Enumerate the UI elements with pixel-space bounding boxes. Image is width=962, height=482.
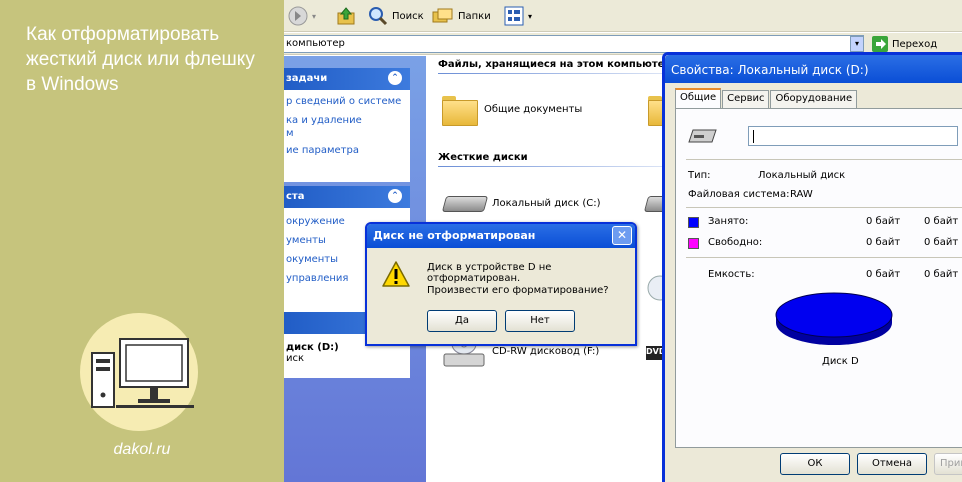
go-button[interactable]: Переход [872,35,937,53]
used-label: Занято: [708,216,749,227]
toolbar: ▾ Поиск Папки ▾ [284,0,962,32]
folder-up-icon [337,7,355,25]
hard-disk-icon [442,192,486,214]
properties-title: Свойства: Локальный диск (D:) [671,63,869,77]
used-space-swatch [688,217,699,228]
task-link-settings[interactable]: ие параметра [286,143,408,158]
article-title: Как отформатировать жесткий диск или фле… [26,24,255,95]
computer-icon [91,338,194,408]
separator [686,257,962,258]
no-button[interactable]: Нет [505,310,575,332]
forward-icon [288,6,308,26]
details-subtitle: иск [286,353,305,364]
separator [686,159,962,160]
section-hdd-header: Жесткие диски [438,152,528,163]
collapse-icon[interactable]: ⌃ [388,71,402,85]
chevron-down-icon: ▾ [528,11,533,21]
capacity-bytes: 0 байт [866,269,901,280]
disk-properties-dialog: Свойства: Локальный диск (D:) Общие Серв… [662,52,962,482]
up-button[interactable] [336,5,356,27]
not-formatted-dialog: Диск не отформатирован ✕ Диск в устройст… [365,222,637,346]
used-short: 0 байт [924,216,959,227]
capacity-short: 0 байт [924,269,959,280]
separator [686,207,962,208]
views-button[interactable]: ▾ [504,5,532,27]
task-link-add-remove[interactable]: ка и удаление [286,113,408,128]
filesystem-value: RAW [790,189,813,200]
apply-button[interactable]: Прим [934,453,962,475]
system-tasks-group: задачи ⌃ р сведений о системе ка и удале… [284,68,410,182]
type-value: Локальный диск [758,170,846,181]
dialog-message: Диск в устройстве D не отформатирован. [427,262,552,284]
search-button[interactable]: Поиск [368,5,424,27]
other-places-header[interactable]: ста ⌃ [284,186,410,208]
free-label: Свободно: [708,237,763,248]
go-label: Переход [892,38,938,50]
address-dropdown-icon[interactable]: ▾ [850,36,864,52]
dvd-drive-item-partial[interactable]: DVD [646,336,665,370]
search-label: Поиск [392,10,424,22]
address-input[interactable]: компьютер [284,35,864,53]
disk-usage-pie-icon [775,292,893,345]
warning-icon [382,261,410,287]
task-link-system-info[interactable]: р сведений о системе [286,94,408,109]
chevron-down-icon: ▾ [312,11,317,21]
shared-documents-item[interactable]: Общие документы [442,94,582,126]
capacity-label: Емкость: [708,269,755,280]
tab-general[interactable]: Общие [675,88,722,108]
free-short: 0 байт [924,237,959,248]
collapse-icon[interactable]: ⌃ [388,189,402,203]
section-files-header: Файлы, хранящиеся на этом компьютер [438,59,672,70]
go-arrow-icon [872,36,888,52]
task-link-add-remove-cont[interactable]: м [286,128,408,139]
tab-hardware[interactable]: Оборудование [770,90,858,108]
dialog-title: Диск не отформатирован [373,229,536,242]
yes-button[interactable]: Да [427,310,497,332]
free-space-swatch [688,238,699,249]
local-disk-c-item[interactable]: Локальный диск (C:) [442,192,601,214]
folders-icon [432,8,453,23]
folders-button[interactable]: Папки [432,5,491,27]
promo-panel: Как отформатировать жесткий диск или фле… [0,0,284,482]
disk-caption: Диск D [822,356,859,367]
folders-label: Папки [458,10,491,22]
forward-button[interactable]: ▾ [288,5,316,27]
used-bytes: 0 байт [866,216,901,227]
filesystem-label: Файловая система: [688,189,790,200]
computer-logo [80,313,198,431]
text-cursor [753,129,754,143]
properties-tabs: Общие Сервис Оборудование [675,88,858,108]
dialog-question: Произвести его форматирование? [427,285,609,296]
close-button[interactable]: ✕ [612,226,632,245]
views-icon [504,6,524,26]
free-bytes: 0 байт [866,237,901,248]
dialog-titlebar[interactable]: Диск не отформатирован ✕ [367,224,635,248]
type-label: Тип: [688,170,711,181]
hard-disk-icon [688,129,717,143]
properties-titlebar[interactable]: Свойства: Локальный диск (D:) [665,55,962,83]
folder-icon [442,94,478,126]
ok-button[interactable]: ОК [780,453,850,475]
volume-label-input[interactable] [748,126,958,146]
cancel-button[interactable]: Отмена [857,453,927,475]
tab-tools[interactable]: Сервис [722,90,770,108]
search-icon [369,7,388,26]
site-name: dakol.ru [113,441,171,458]
system-tasks-header[interactable]: задачи ⌃ [284,68,410,90]
general-tab-panel: Тип: Локальный диск Файловая система: RA… [675,108,962,448]
